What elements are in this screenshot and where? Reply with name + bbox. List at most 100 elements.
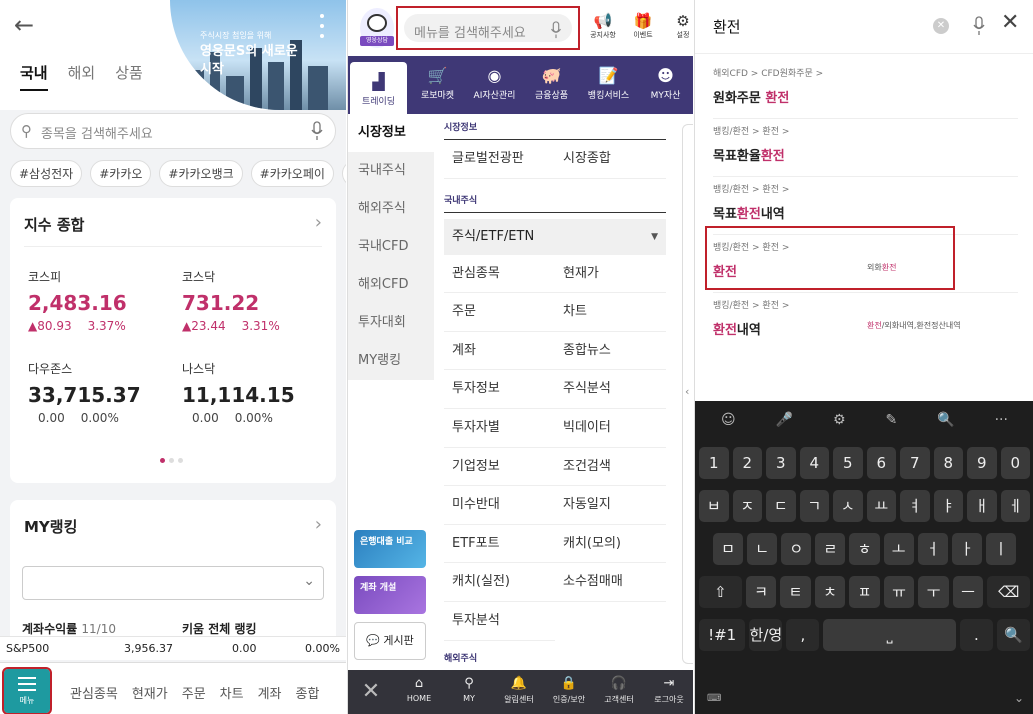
menu-item[interactable]: 주식분석 — [555, 370, 666, 409]
close-icon[interactable]: ✕ — [1001, 10, 1019, 35]
menu-item[interactable]: 차트 — [555, 293, 666, 332]
close-icon[interactable]: ✕ — [348, 670, 394, 714]
keyboard-key[interactable]: ㅗ — [883, 533, 914, 565]
nav-customer-center[interactable]: 🎧 고객센터 — [594, 670, 644, 714]
chevron-right-icon[interactable]: › — [315, 514, 322, 535]
menu-item[interactable]: 캐치(모의) — [555, 525, 666, 564]
menu-item[interactable]: 빅데이터 — [555, 409, 666, 448]
menu-item[interactable]: 관심종목 — [444, 255, 555, 294]
keyboard-key[interactable]: ㄹ — [815, 533, 846, 565]
side-item-contest[interactable]: 투자대회 — [348, 304, 434, 342]
microphone-icon[interactable] — [550, 21, 562, 39]
index-dow[interactable]: 다우존스 33,715.37 0.00 0.00% — [28, 360, 178, 425]
category-ai-asset[interactable]: ◉ AI자산관리 — [466, 56, 523, 114]
more-icon[interactable]: ··· — [995, 412, 1008, 428]
keyboard-key[interactable]: 7 — [900, 447, 930, 479]
menu-item[interactable]: 글로벌전광판 — [444, 140, 555, 179]
gear-icon[interactable]: ⚙ — [833, 412, 846, 428]
menu-item[interactable]: 기업정보 — [444, 448, 555, 487]
keyboard-key[interactable]: 2 — [732, 447, 762, 479]
keyboard-key[interactable]: ㄴ — [747, 533, 778, 565]
chatbot-mascot-icon[interactable]: 영웅상담 — [360, 8, 394, 48]
keyboard-key[interactable]: 5 — [833, 447, 863, 479]
keyboard-key[interactable]: ㅓ — [917, 533, 948, 565]
tab-products[interactable]: 상품 — [115, 62, 143, 91]
menu-item[interactable]: 투자분석 — [444, 602, 555, 641]
menu-item[interactable]: 미수반대 — [444, 486, 555, 525]
stock-type-dropdown[interactable]: 주식/ETF/ETN ▼ — [444, 218, 666, 255]
back-arrow-icon[interactable]: ← — [14, 12, 40, 38]
side-item-market-info[interactable]: 시장정보 — [348, 114, 434, 152]
menu-item[interactable]: ETF포트 — [444, 525, 555, 564]
nav-home[interactable]: ⌂ HOME — [394, 670, 444, 714]
keyboard-key[interactable]: ㅕ — [900, 490, 930, 522]
clear-icon[interactable]: ✕ — [933, 18, 949, 34]
keyboard-key[interactable]: ㅎ — [849, 533, 880, 565]
loan-compare-banner[interactable]: 은행대출 비교 — [354, 530, 426, 568]
keyboard-key[interactable]: 4 — [799, 447, 829, 479]
settings-button[interactable]: ⚙ 설정 — [668, 12, 693, 40]
category-banking[interactable]: 📝 뱅킹서비스 — [580, 56, 637, 114]
keyboard-key[interactable]: 3 — [766, 447, 796, 479]
keyboard-key[interactable]: 0 — [1000, 447, 1030, 479]
chevron-right-icon[interactable]: › — [315, 212, 322, 233]
keyboard-key[interactable]: ㅋ — [745, 576, 777, 608]
tab-overseas[interactable]: 해외 — [68, 62, 96, 91]
hashtag-chip[interactable]: #카카오페이 — [250, 160, 334, 187]
keyboard-key[interactable]: 6 — [866, 447, 896, 479]
category-financial-products[interactable]: 🐖 금융상품 — [523, 56, 580, 114]
keyboard-key[interactable]: ㅅ — [833, 490, 863, 522]
search-result-item[interactable]: 뱅킹/환전 > 환전 > 환전내역 환전/외화내역,환전정산내역 — [713, 298, 1013, 338]
keyboard-key[interactable]: 🔍 — [996, 619, 1030, 651]
index-nasdaq[interactable]: 나스닥 11,114.15 0.00 0.00% — [182, 360, 332, 425]
search-result-item[interactable]: 해외CFD > CFD원화주문 > 원화주문 환전 — [713, 66, 1013, 106]
keyboard-key[interactable]: ㅏ — [951, 533, 982, 565]
menu-item[interactable]: 투자자별 — [444, 409, 555, 448]
menu-item[interactable]: 시장종합 — [555, 140, 666, 179]
keyboard-key[interactable]: ㅔ — [1000, 490, 1030, 522]
keyboard-key[interactable]: ㅇ — [781, 533, 812, 565]
keyboard-key[interactable]: ㅊ — [814, 576, 846, 608]
keyboard-key[interactable]: ㅁ — [713, 533, 744, 565]
menu-item[interactable]: 주문 — [444, 293, 555, 332]
search-icon[interactable]: 🔍 — [937, 412, 954, 428]
keyboard-key[interactable]: ㅣ — [985, 533, 1016, 565]
keyboard-key[interactable]: ⇧ — [699, 576, 742, 608]
menu-search-input[interactable]: 메뉴를 검색해주세요 — [396, 6, 580, 50]
keyboard-key[interactable]: !#1 — [699, 619, 746, 651]
keyboard-key[interactable]: ⌫ — [987, 576, 1031, 608]
category-my-assets[interactable]: ☻ MY자산 — [637, 56, 693, 114]
microphone-icon[interactable]: 🎤 — [776, 412, 793, 428]
menu-item[interactable]: 현재가 — [555, 255, 666, 294]
keyboard-key[interactable]: ㅜ — [918, 576, 949, 608]
category-robomarket[interactable]: 🛒 로보마켓 — [409, 56, 466, 114]
promo-banner[interactable]: 주식시장 첨잉을 위해 영웅문S의 새로운 시작 — [170, 0, 346, 110]
menu-item[interactable]: 투자정보 — [444, 370, 555, 409]
menu-item[interactable]: 캐치(실전) — [444, 563, 555, 602]
keyboard-key[interactable]: ㅌ — [780, 576, 811, 608]
keyboard-key[interactable]: ㅛ — [866, 490, 896, 522]
menu-button[interactable]: 메뉴 — [2, 667, 52, 714]
keyboard-key[interactable]: ㅈ — [732, 490, 762, 522]
microphone-icon[interactable] — [973, 16, 985, 36]
emoji-icon[interactable]: ☺ — [721, 412, 736, 428]
keyboard-key[interactable]: , — [786, 619, 820, 651]
search-result-item[interactable]: 뱅킹/환전 > 환전 > 목표환율환전 — [713, 124, 1013, 164]
hashtag-chip[interactable]: # — [341, 160, 346, 187]
side-item-domestic-cfd[interactable]: 국내CFD — [348, 228, 434, 266]
board-button[interactable]: 💬 게시판 — [354, 622, 426, 660]
side-item-my-ranking[interactable]: MY랭킹 — [348, 342, 434, 380]
event-button[interactable]: 🎁 이벤트 — [628, 12, 658, 40]
nav-logout[interactable]: ⇥ 로그아웃 — [644, 670, 693, 714]
handwriting-icon[interactable]: ✎ — [886, 412, 898, 428]
menu-item[interactable]: 소수점매매 — [555, 563, 666, 602]
nav-my[interactable]: ⚲ MY — [444, 670, 494, 714]
nav-summary[interactable]: 종합 — [296, 683, 320, 702]
nav-order[interactable]: 주문 — [182, 683, 206, 702]
category-trading[interactable]: ▟ 트레이딩 — [350, 62, 407, 114]
menu-item[interactable]: 자동일지 — [555, 486, 666, 525]
keyboard-key[interactable]: ㅡ — [952, 576, 984, 608]
index-ticker[interactable]: S&P500 3,956.37 0.00 0.00% — [0, 636, 346, 660]
keyboard-key[interactable]: 9 — [967, 447, 997, 479]
keyboard-key[interactable]: ㄱ — [799, 490, 829, 522]
